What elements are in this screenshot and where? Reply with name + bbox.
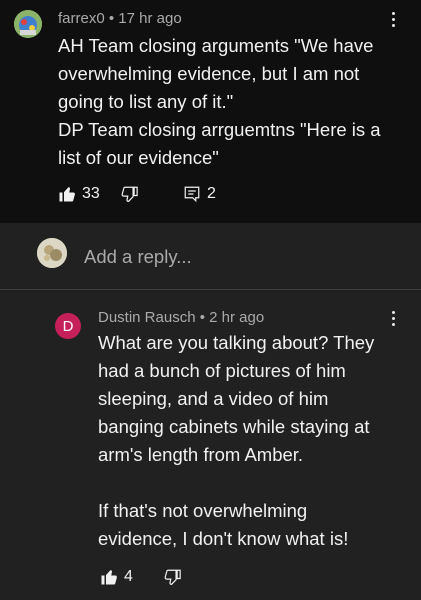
dislike-button[interactable]	[121, 185, 139, 203]
reply-line: evidence, I don't know what is!	[98, 528, 349, 549]
comment-line: list of our evidence"	[58, 147, 219, 168]
add-reply-input[interactable]: Add a reply...	[84, 246, 192, 268]
thumbs-down-icon	[121, 186, 138, 202]
user-avatar	[37, 238, 67, 268]
reply-line: arm's length from Amber.	[98, 444, 304, 465]
reply-blank-line	[98, 469, 374, 497]
like-count: 33	[82, 185, 100, 202]
reply-avatar[interactable]: D	[55, 313, 81, 339]
more-options-icon[interactable]	[390, 311, 396, 331]
reply-line: had a bunch of pictures of him	[98, 360, 346, 381]
top-comment: farrex0 • 17 hr ago AH Team closing argu…	[0, 0, 421, 223]
reply-author[interactable]: Dustin Rausch	[98, 309, 196, 326]
comment-line: overwhelming evidence, but I am not	[58, 63, 360, 84]
add-reply-row: Add a reply...	[0, 223, 421, 290]
reply-line: If that's not overwhelming	[98, 500, 308, 521]
reply-like-count: 4	[124, 568, 133, 585]
reply-meta: Dustin Rausch • 2 hr ago	[98, 309, 264, 326]
comment-line: going to list any of it."	[58, 91, 234, 112]
comment-author[interactable]: farrex0	[58, 10, 105, 27]
like-button[interactable]: 33	[58, 185, 100, 203]
comment-time: 17 hr ago	[118, 10, 182, 27]
comment-icon	[184, 186, 200, 203]
commenter-avatar[interactable]	[14, 10, 42, 38]
reply-text: What are you talking about? They had a b…	[98, 329, 374, 553]
meta-separator: •	[199, 309, 205, 326]
comment-meta: farrex0 • 17 hr ago	[58, 10, 182, 27]
reply-line: What are you talking about? They	[98, 332, 375, 353]
more-options-icon[interactable]	[390, 12, 396, 32]
thumbs-up-icon	[59, 187, 75, 202]
reply-count-button[interactable]: 2	[183, 185, 216, 203]
reply-line: sleeping, and a video of him	[98, 388, 329, 409]
reply-dislike-button[interactable]	[164, 568, 182, 586]
comment-line: AH Team closing arguments "We have	[58, 35, 374, 56]
meta-separator: •	[108, 10, 115, 27]
comment-text: AH Team closing arguments "We have overw…	[58, 32, 381, 172]
reply-like-button[interactable]: 4	[100, 568, 133, 586]
reply-count: 2	[207, 185, 216, 202]
comment-line: DP Team closing arrguemtns "Here is a	[58, 119, 381, 140]
reply-line: banging cabinets while staying at	[98, 416, 370, 437]
reply-time: 2 hr ago	[209, 309, 265, 326]
thumbs-up-icon	[101, 570, 117, 585]
thumbs-down-icon	[164, 569, 181, 585]
